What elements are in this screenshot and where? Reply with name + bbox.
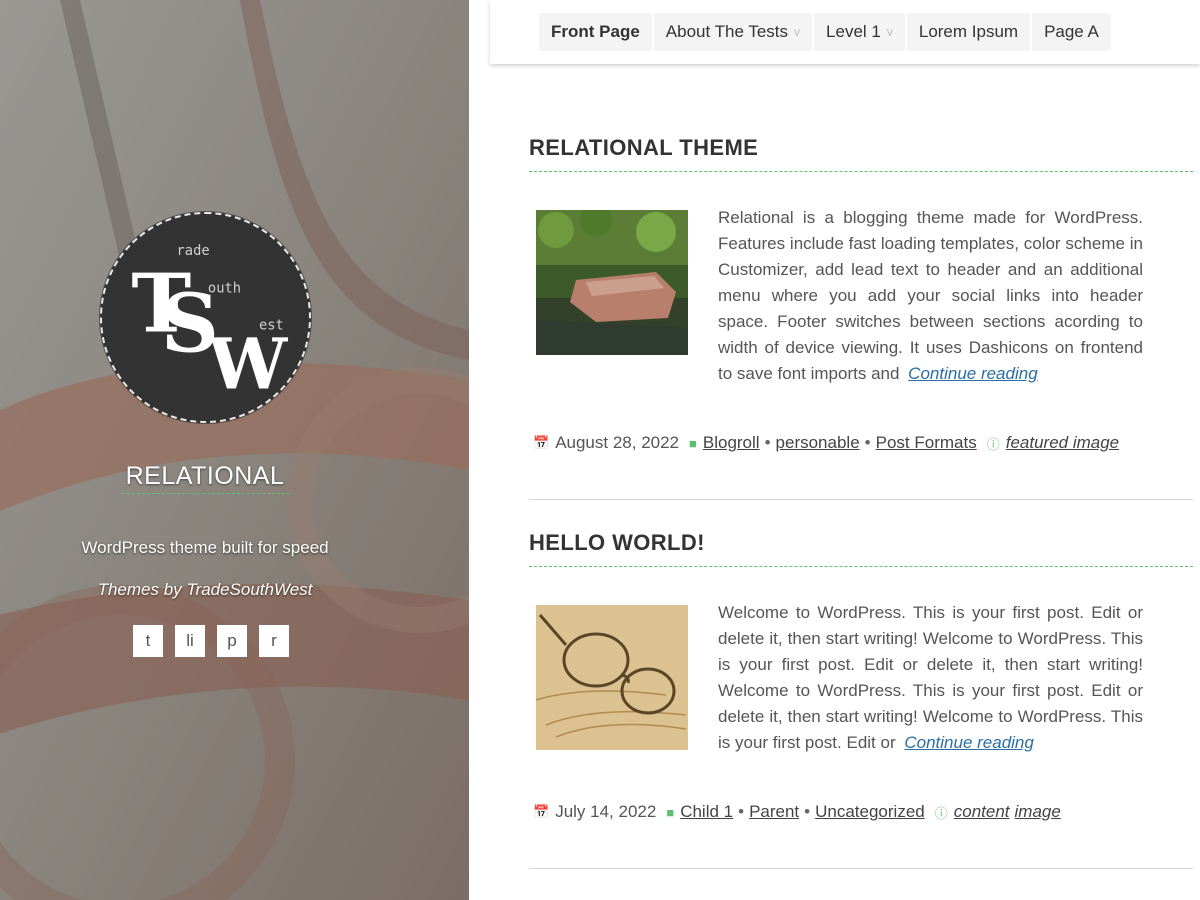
nav-item-label: Level 1 (826, 22, 881, 41)
post-title[interactable]: HELLO WORLD! (529, 530, 1193, 567)
nav-item-label: Page A (1044, 22, 1099, 41)
post-excerpt: Relational is a blogging theme made for … (718, 205, 1143, 387)
category-link[interactable]: Blogroll (703, 433, 760, 453)
primary-navigation: Front Page About The Tests v Level 1 v L… (490, 0, 1200, 64)
nav-item-page-a[interactable]: Page A (1032, 13, 1111, 51)
post-meta: 📅 August 28, 2022 ■ Blogroll • personabl… (533, 433, 1119, 453)
svg-text:rade: rade (177, 243, 210, 259)
svg-text:outh: outh (208, 280, 241, 296)
site-logo[interactable]: T S W rade outh est (100, 212, 311, 423)
site-title-underline (122, 493, 290, 494)
calendar-icon: 📅 (533, 804, 550, 819)
post-divider (529, 868, 1193, 869)
post-date[interactable]: July 14, 2022 (555, 802, 656, 822)
tag-link[interactable]: featured image (1006, 433, 1119, 453)
sidebar: T S W rade outh est RELATIONAL WordPress… (0, 0, 469, 900)
nav-item-label: Lorem Ipsum (918, 22, 1019, 41)
nav-item-level-1[interactable]: Level 1 v (814, 13, 905, 51)
rss-link[interactable]: r (259, 625, 289, 657)
post-divider (529, 499, 1193, 500)
nav-item-front-page[interactable]: Front Page (539, 13, 652, 51)
pinterest-link[interactable]: p (217, 625, 247, 657)
category-link[interactable]: Child 1 (680, 802, 733, 822)
nav-item-label: Front Page (551, 22, 640, 41)
post-title[interactable]: RELATIONAL THEME (529, 135, 1193, 172)
info-icon: ⓘ (934, 805, 948, 821)
category-link[interactable]: Post Formats (876, 433, 977, 453)
meta-separator: • (804, 802, 811, 821)
twitter-link[interactable]: t (133, 625, 163, 657)
tsw-logo-icon: T S W rade outh est (131, 243, 289, 406)
chevron-down-icon: v (886, 25, 893, 39)
post-meta: 📅 July 14, 2022 ■ Child 1 • Parent • Unc… (533, 802, 1061, 822)
site-branding: T S W rade outh est RELATIONAL WordPress… (0, 0, 410, 900)
continue-reading-link[interactable]: Continue reading (904, 733, 1033, 752)
category-link[interactable]: Parent (749, 802, 799, 822)
nav-item-lorem-ipsum[interactable]: Lorem Ipsum (906, 13, 1031, 51)
tag-link[interactable]: content (954, 802, 1010, 822)
svg-text:est: est (259, 318, 284, 334)
tag-link[interactable]: image (1015, 802, 1061, 822)
post-excerpt: Welcome to WordPress. This is your first… (718, 600, 1143, 756)
category-link[interactable]: personable (776, 433, 860, 453)
info-icon: ⓘ (986, 436, 1000, 452)
rocks-water-image (536, 210, 688, 355)
meta-separator: • (738, 802, 745, 821)
nav-menu: Front Page About The Tests v Level 1 v L… (539, 13, 1113, 51)
category-link[interactable]: Uncategorized (815, 802, 925, 822)
post-relational-theme: RELATIONAL THEME Relational is a bloggin… (529, 135, 1193, 501)
post-thumbnail[interactable] (536, 210, 688, 355)
svg-text:W: W (207, 323, 289, 406)
post-date[interactable]: August 28, 2022 (555, 433, 679, 453)
site-title[interactable]: RELATIONAL (0, 462, 410, 491)
eyeglasses-image (536, 605, 688, 750)
site-description: WordPress theme built for speed (81, 538, 329, 557)
social-menu: t li p r (133, 625, 289, 657)
linkedin-link[interactable]: li (175, 625, 205, 657)
folder-icon: ■ (689, 435, 697, 451)
site-lead-text: Themes by TradeSouthWest (97, 580, 313, 599)
meta-separator: • (864, 433, 871, 452)
excerpt-text: Relational is a blogging theme made for … (718, 208, 1143, 383)
calendar-icon: 📅 (533, 435, 550, 450)
post-hello-world: HELLO WORLD! Welcome to WordPress. This … (529, 530, 1193, 870)
chevron-down-icon: v (794, 25, 801, 39)
nav-item-about-the-tests[interactable]: About The Tests v (653, 13, 813, 51)
excerpt-text: Welcome to WordPress. This is your first… (718, 603, 1143, 752)
continue-reading-link[interactable]: Continue reading (908, 364, 1037, 383)
nav-item-label: About The Tests (665, 22, 789, 41)
folder-icon: ■ (666, 804, 675, 820)
meta-separator: • (764, 433, 771, 452)
post-thumbnail[interactable] (536, 605, 688, 750)
